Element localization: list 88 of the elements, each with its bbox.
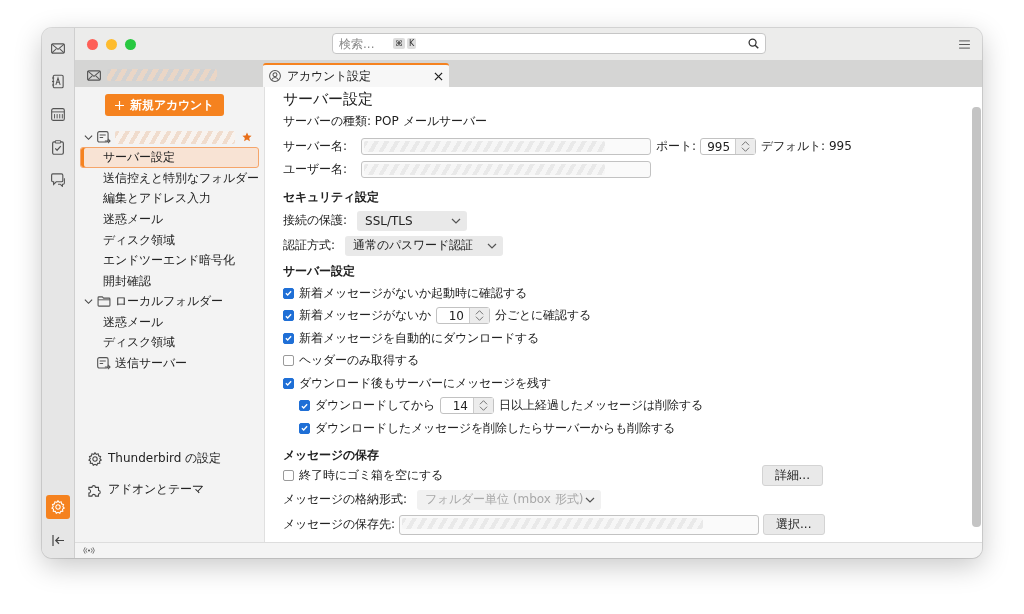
- clipboard-check-icon: [52, 139, 64, 155]
- settings-icon: [88, 451, 102, 466]
- chevron-down-icon: [487, 242, 498, 249]
- field-label: 接続の保護:: [283, 212, 348, 229]
- chevron-down-icon[interactable]: [84, 132, 93, 142]
- close-tab-icon[interactable]: [434, 71, 443, 81]
- outgoing-server-icon: [97, 356, 111, 370]
- close-window-button[interactable]: [87, 38, 98, 50]
- chat-bubbles-icon: [51, 173, 65, 187]
- chevron-down-icon: [585, 496, 596, 503]
- checkbox[interactable]: [283, 377, 294, 389]
- field-label: ポート:: [656, 138, 697, 155]
- option-label: ダウンロード後もサーバーにメッセージを残す: [299, 374, 551, 392]
- option-label: 新着メッセージがないか起動時に確認する: [299, 284, 527, 302]
- tree-item[interactable]: 迷惑メール: [80, 311, 259, 333]
- browse-button[interactable]: 選択...: [763, 514, 825, 535]
- checkbox[interactable]: [283, 287, 294, 299]
- tab[interactable]: アカウント設定: [263, 63, 449, 87]
- section-heading: セキュリティ設定: [283, 189, 380, 206]
- checkbox[interactable]: [283, 470, 294, 482]
- dropdown[interactable]: 通常のパスワード認証: [345, 235, 504, 256]
- field-label: メッセージの保存先:: [283, 516, 396, 533]
- option-label: ダウンロードしてから: [315, 397, 435, 415]
- input-field[interactable]: [361, 138, 651, 155]
- wireless-signal-icon: [83, 547, 95, 554]
- input-field[interactable]: [399, 514, 760, 535]
- field-label: メッセージの格納形式:: [283, 491, 408, 508]
- sidebar-link[interactable]: Thunderbird の設定: [88, 450, 259, 467]
- envelope-icon: [87, 69, 101, 81]
- section-heading: サーバー設定: [283, 263, 356, 280]
- field-label: サーバー名:: [283, 138, 349, 155]
- search-icon[interactable]: [748, 38, 759, 49]
- settings-icon: [51, 500, 65, 514]
- star-icon: [242, 132, 252, 142]
- spinner-arrows-icon[interactable]: [473, 398, 493, 414]
- option-label: ダウンロードしたメッセージを削除したらサーバーからも削除する: [315, 419, 675, 437]
- field-label: 認証方式:: [283, 237, 336, 254]
- option-label: 終了時にゴミ箱を空にする: [299, 467, 443, 485]
- checkbox[interactable]: [283, 310, 294, 322]
- puzzle-piece-icon: [88, 482, 102, 497]
- checkbox[interactable]: [283, 332, 294, 344]
- dropdown[interactable]: SSL/TLS: [357, 210, 468, 231]
- checkbox[interactable]: [299, 400, 310, 412]
- number-field[interactable]: 10: [436, 307, 490, 325]
- option-label: ヘッダーのみ取得する: [299, 352, 419, 370]
- tree-item[interactable]: ディスク領域: [80, 332, 259, 354]
- search-bar[interactable]: 検索... ⌘ K: [332, 33, 766, 54]
- number-field[interactable]: 995: [700, 138, 757, 155]
- advanced-button[interactable]: 詳細...: [761, 465, 823, 487]
- tree-item[interactable]: 迷惑メール: [80, 209, 259, 230]
- tree-item[interactable]: 開封確認: [80, 271, 259, 292]
- search-field[interactable]: 検索...: [339, 36, 389, 51]
- collapse-sidebar-icon: [51, 534, 65, 546]
- envelope-icon: [51, 42, 65, 54]
- number-field[interactable]: 14: [440, 397, 494, 415]
- input-field[interactable]: [361, 161, 651, 178]
- tree-item[interactable]: サーバー設定: [80, 147, 259, 168]
- option-label: 日以上経過したメッセージは削除する: [499, 397, 703, 415]
- default-port-text: デフォルト: 995: [761, 138, 852, 155]
- folder-icon: [97, 296, 111, 308]
- tree-item[interactable]: 編集とアドレス入力: [80, 188, 259, 210]
- option-label: 分ごとに確認する: [495, 307, 591, 325]
- address-book-icon: [52, 73, 64, 89]
- tree-item[interactable]: 送信サーバー: [80, 353, 259, 374]
- section-heading: メッセージの保存: [283, 446, 380, 464]
- tree-item[interactable]: ディスク領域: [80, 229, 259, 251]
- shortcut-key: K: [407, 38, 417, 49]
- checkbox[interactable]: [299, 422, 310, 434]
- chevron-down-icon: [451, 217, 462, 224]
- option-label: 新着メッセージを自動的にダウンロードする: [299, 329, 539, 347]
- shortcut-key: ⌘: [393, 38, 405, 49]
- spinner-arrows-icon[interactable]: [735, 139, 756, 154]
- sidebar-link[interactable]: アドオンとテーマ: [88, 481, 259, 498]
- account-icon: [269, 70, 281, 82]
- outgoing-server-icon: [97, 130, 111, 144]
- menu-icon[interactable]: [959, 39, 970, 49]
- option-label: 新着メッセージがないか: [299, 307, 431, 325]
- chevron-down-icon[interactable]: [84, 297, 93, 307]
- server-type-text: サーバーの種類: POP メールサーバー: [283, 113, 488, 130]
- checkbox[interactable]: [283, 355, 294, 367]
- calendar-icon: [51, 107, 65, 121]
- tree-item[interactable]: エンドツーエンド暗号化: [80, 250, 259, 272]
- tree-item[interactable]: ローカルフォルダー: [80, 291, 259, 312]
- tree-item[interactable]: 送信控えと特別なフォルダー: [80, 167, 259, 189]
- page-title: サーバー設定: [283, 90, 374, 109]
- plus-icon: [115, 100, 124, 110]
- field-label: ユーザー名:: [283, 161, 349, 178]
- spinner-arrows-icon[interactable]: [469, 308, 489, 324]
